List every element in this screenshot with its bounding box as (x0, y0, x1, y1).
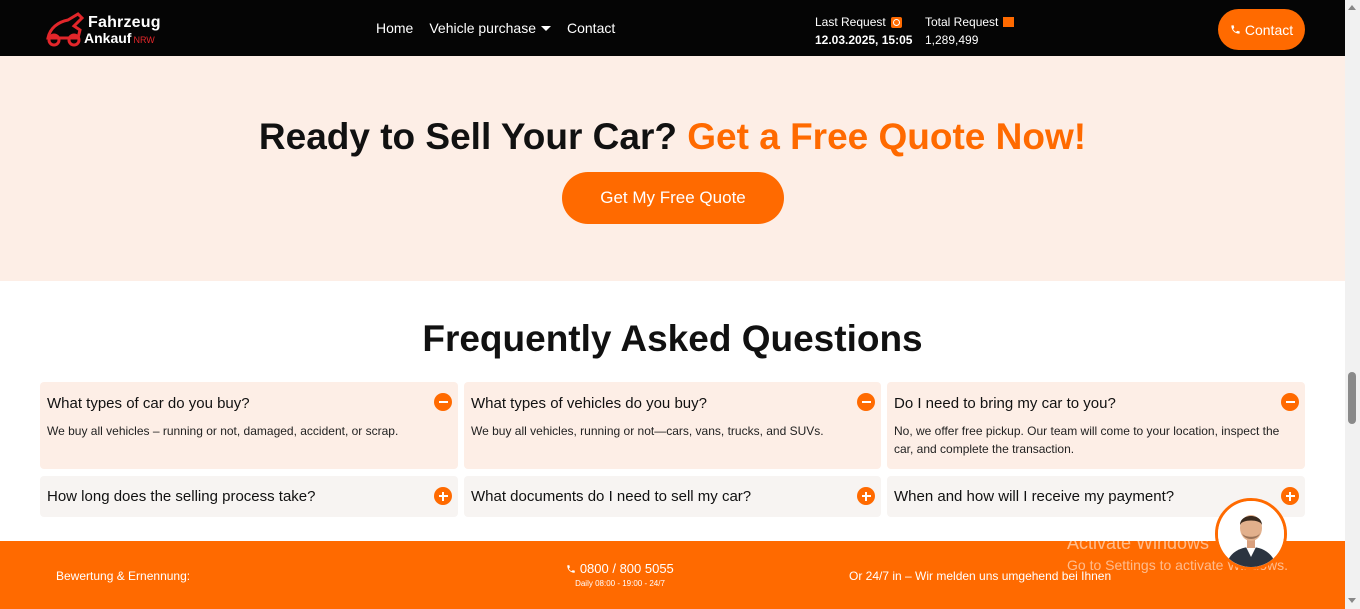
get-free-quote-button[interactable]: Get My Free Quote (562, 172, 784, 224)
faq-question: What documents do I need to sell my car? (471, 488, 752, 505)
faq-answer: We buy all vehicles, running or not—cars… (471, 424, 824, 438)
last-request-value: 12.03.2025, 15:05 (815, 33, 913, 47)
hero-title-main: Ready to Sell Your Car? (258, 116, 677, 157)
faq-question: Do I need to bring my car to you? (894, 395, 1116, 412)
faq-question: What types of car do you buy? (47, 395, 250, 412)
last-request-label: Last Request (815, 15, 886, 29)
car-logo-icon (46, 12, 85, 47)
cta-hero: Ready to Sell Your Car? Get a Free Quote… (0, 56, 1345, 281)
total-request-label: Total Request (925, 15, 999, 29)
caret-down-icon (541, 25, 551, 31)
logo-tag: NRW (133, 35, 155, 45)
footer-callback-text: Or 24/7 in – Wir melden uns umgehend bei… (849, 569, 1112, 583)
faq-item[interactable]: What types of car do you buy? We buy all… (40, 382, 458, 469)
nav-vehicle-purchase[interactable]: Vehicle purchase (429, 20, 551, 36)
total-request-value: 1,289,499 (925, 33, 979, 47)
agent-avatar-icon (1218, 501, 1284, 567)
collapse-icon[interactable] (434, 393, 452, 411)
expand-icon[interactable] (1281, 487, 1299, 505)
phone-icon (1231, 25, 1240, 34)
scrollbar-thumb[interactable] (1348, 372, 1356, 424)
nav-contact[interactable]: Contact (567, 20, 615, 36)
nav-home[interactable]: Home (376, 20, 413, 36)
footer-phone-number: 0800 / 800 5055 (579, 561, 674, 576)
chart-icon (1003, 17, 1015, 27)
site-header: Fahrzeug Ankauf NRW Home Vehicle purchase… (0, 0, 1345, 56)
faq-question: What types of vehicles do you buy? (471, 395, 707, 412)
hero-title: Ready to Sell Your Car? Get a Free Quote… (0, 116, 1345, 158)
faq-title: Frequently Asked Questions (422, 318, 923, 359)
clock-icon (890, 16, 902, 28)
logo-line2: Ankauf NRW (84, 30, 155, 46)
site-logo[interactable]: Fahrzeug Ankauf NRW (44, 10, 174, 50)
scroll-down-arrow-icon[interactable] (1348, 598, 1356, 603)
contact-footer-bar: Bewertung & Ernennung: 0800 / 800 5055 D… (0, 541, 1345, 609)
faq-item[interactable]: What documents do I need to sell my car? (464, 476, 881, 517)
total-request-stat: Total Request 1,289,499 (925, 13, 1015, 49)
page-scrollbar[interactable] (1345, 0, 1360, 609)
collapse-icon[interactable] (1281, 393, 1299, 411)
collapse-icon[interactable] (857, 393, 875, 411)
faq-question: How long does the selling process take? (47, 488, 316, 505)
faq-item[interactable]: What types of vehicles do you buy? We bu… (464, 382, 881, 469)
header-contact-button[interactable]: Contact (1218, 9, 1305, 50)
expand-icon[interactable] (434, 487, 452, 505)
phone-icon (567, 565, 575, 573)
faq-answer: No, we offer free pickup. Our team will … (894, 424, 1280, 456)
faq-item[interactable]: Do I need to bring my car to you? No, we… (887, 382, 1305, 469)
hero-title-accent: Get a Free Quote Now! (687, 116, 1087, 157)
last-request-stat: Last Request 12.03.2025, 15:05 (815, 13, 912, 49)
scroll-up-arrow-icon[interactable] (1348, 5, 1356, 10)
chat-agent-avatar[interactable] (1215, 498, 1287, 570)
header-contact-label: Contact (1244, 21, 1294, 38)
nav-vehicle-purchase-label: Vehicle purchase (429, 20, 536, 36)
faq-question: When and how will I receive my payment? (894, 488, 1175, 505)
faq-item[interactable]: How long does the selling process take? (40, 476, 458, 517)
main-nav: Home Vehicle purchase Contact (376, 20, 631, 36)
faq-answer: We buy all vehicles – running or not, da… (47, 424, 399, 438)
expand-icon[interactable] (857, 487, 875, 505)
